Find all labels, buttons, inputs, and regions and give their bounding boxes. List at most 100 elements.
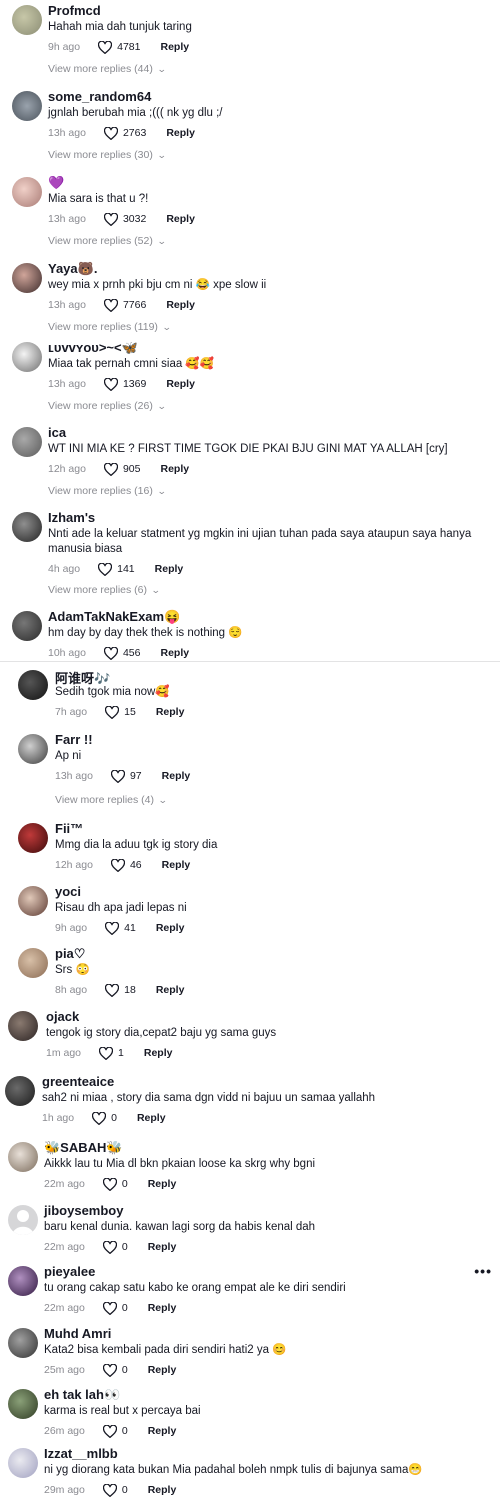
- reply-button[interactable]: Reply: [137, 1112, 166, 1124]
- view-more-replies[interactable]: View more replies (119) ⌄: [48, 321, 172, 333]
- like-button[interactable]: 1369: [103, 377, 146, 391]
- comment-username[interactable]: 💜: [48, 175, 64, 191]
- like-button[interactable]: 0: [102, 1363, 128, 1377]
- avatar[interactable]: [8, 1328, 38, 1358]
- avatar[interactable]: [12, 177, 42, 207]
- comment-username[interactable]: ica: [48, 425, 66, 440]
- comment-username[interactable]: eh tak lah👀: [44, 1387, 120, 1403]
- comment-username[interactable]: AdamTakNakExam😝: [48, 609, 180, 625]
- reply-button[interactable]: Reply: [166, 213, 195, 225]
- avatar[interactable]: [8, 1389, 38, 1419]
- comment-username[interactable]: Izzat__mlbb: [44, 1446, 118, 1461]
- like-count: 41: [124, 922, 136, 934]
- comment-meta: 9h ago 41 Reply: [55, 921, 184, 935]
- reply-button[interactable]: Reply: [156, 984, 185, 996]
- like-button[interactable]: 97: [110, 769, 142, 783]
- view-more-replies[interactable]: View more replies (30) ⌄: [48, 149, 167, 161]
- reply-button[interactable]: Reply: [148, 1364, 177, 1376]
- like-button[interactable]: 41: [105, 921, 136, 935]
- avatar[interactable]: [8, 1205, 38, 1235]
- comment-username[interactable]: jiboysemboy: [44, 1203, 123, 1218]
- avatar[interactable]: [12, 91, 42, 121]
- reply-button[interactable]: Reply: [162, 859, 191, 871]
- reply-button[interactable]: Reply: [148, 1425, 177, 1437]
- avatar[interactable]: [18, 734, 48, 764]
- avatar[interactable]: [12, 342, 42, 372]
- avatar[interactable]: [8, 1011, 38, 1041]
- view-more-replies[interactable]: View more replies (6) ⌄: [48, 584, 161, 596]
- comment-timestamp: 1m ago: [46, 1047, 82, 1059]
- reply-button[interactable]: Reply: [148, 1484, 177, 1496]
- like-button[interactable]: 7766: [103, 298, 146, 312]
- avatar[interactable]: [12, 512, 42, 542]
- reply-button[interactable]: Reply: [156, 706, 185, 718]
- comment-username[interactable]: 🐝SABAH🐝: [44, 1140, 123, 1156]
- comment-username[interactable]: greenteaice: [42, 1074, 114, 1089]
- like-button[interactable]: 3032: [103, 212, 146, 226]
- like-button[interactable]: 18: [105, 983, 136, 997]
- view-more-replies[interactable]: View more replies (16) ⌄: [48, 485, 167, 497]
- avatar[interactable]: [18, 670, 48, 700]
- avatar[interactable]: [18, 948, 48, 978]
- like-button[interactable]: 0: [102, 1177, 128, 1191]
- reply-button[interactable]: Reply: [166, 299, 195, 311]
- like-button[interactable]: 4781: [98, 40, 141, 54]
- reply-button[interactable]: Reply: [160, 41, 189, 53]
- comment-username[interactable]: pieyalee: [44, 1264, 95, 1279]
- like-button[interactable]: 46: [110, 858, 142, 872]
- reply-button[interactable]: Reply: [156, 922, 185, 934]
- like-button[interactable]: 0: [102, 1240, 128, 1254]
- avatar[interactable]: [8, 1142, 38, 1172]
- comment-username[interactable]: ojack: [46, 1009, 79, 1024]
- reply-button[interactable]: Reply: [161, 463, 190, 475]
- avatar[interactable]: [12, 427, 42, 457]
- like-button[interactable]: 905: [103, 462, 141, 476]
- avatar[interactable]: [12, 5, 42, 35]
- like-button[interactable]: 15: [105, 705, 136, 719]
- comment-username[interactable]: yoci: [55, 884, 81, 899]
- reply-button[interactable]: Reply: [166, 127, 195, 139]
- comment-username[interactable]: pia♡: [55, 946, 85, 962]
- avatar[interactable]: [18, 823, 48, 853]
- view-more-replies[interactable]: View more replies (26) ⌄: [48, 400, 167, 412]
- like-button[interactable]: 141: [98, 562, 135, 576]
- view-more-replies[interactable]: View more replies (4) ⌄: [55, 794, 168, 806]
- reply-button[interactable]: Reply: [148, 1241, 177, 1253]
- section-divider: [0, 661, 500, 662]
- reply-button[interactable]: Reply: [162, 770, 191, 782]
- reply-button[interactable]: Reply: [148, 1302, 177, 1314]
- like-button[interactable]: 456: [103, 646, 141, 660]
- like-button[interactable]: 0: [92, 1111, 117, 1125]
- avatar[interactable]: [5, 1076, 35, 1106]
- like-button[interactable]: 0: [102, 1424, 128, 1438]
- avatar[interactable]: [12, 611, 42, 641]
- reply-button[interactable]: Reply: [161, 647, 190, 659]
- reply-button[interactable]: Reply: [144, 1047, 173, 1059]
- view-more-replies[interactable]: View more replies (52) ⌄: [48, 235, 167, 247]
- view-more-replies[interactable]: View more replies (44) ⌄: [48, 63, 167, 75]
- avatar[interactable]: [8, 1448, 38, 1478]
- reply-button[interactable]: Reply: [148, 1178, 177, 1190]
- like-button[interactable]: 0: [102, 1483, 128, 1497]
- reply-button[interactable]: Reply: [155, 563, 184, 575]
- comment-username[interactable]: Fii™: [55, 821, 83, 836]
- like-button[interactable]: 0: [102, 1301, 128, 1315]
- comment-username[interactable]: Farr !!: [55, 732, 93, 747]
- comment-username[interactable]: some_random64: [48, 89, 151, 104]
- like-button[interactable]: 2763: [103, 126, 146, 140]
- comment-username[interactable]: Profmcd: [48, 3, 101, 18]
- heart-icon: [103, 646, 118, 660]
- heart-icon: [98, 562, 113, 576]
- comment-meta: 29m ago 0 Reply: [44, 1483, 176, 1497]
- more-options-icon[interactable]: •••: [474, 1263, 492, 1279]
- comment-username[interactable]: Yaya🐻.: [48, 261, 97, 277]
- like-count: 4781: [117, 41, 141, 53]
- reply-button[interactable]: Reply: [166, 378, 195, 390]
- comment-username[interactable]: Muhd Amri: [44, 1326, 111, 1341]
- avatar[interactable]: [18, 886, 48, 916]
- like-button[interactable]: 1: [99, 1046, 124, 1060]
- comment-username[interactable]: Izham's: [48, 510, 95, 525]
- comment-username[interactable]: ʟᴜᴠᴠʏᴏᴜ>~<🦋: [48, 340, 138, 356]
- avatar[interactable]: [8, 1266, 38, 1296]
- avatar[interactable]: [12, 263, 42, 293]
